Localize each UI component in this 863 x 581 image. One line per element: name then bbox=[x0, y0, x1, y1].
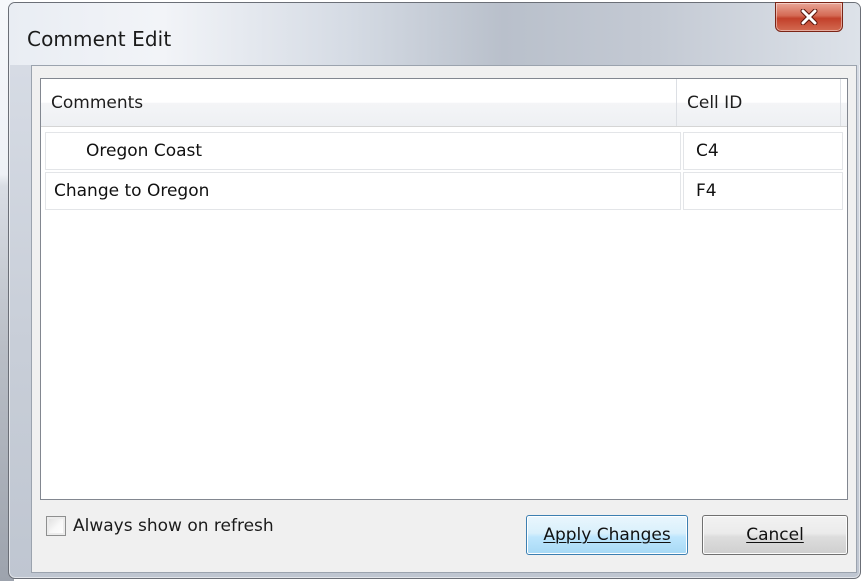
window-title: Comment Edit bbox=[27, 27, 172, 51]
apply-changes-label: Apply Changes bbox=[543, 525, 671, 545]
comments-list[interactable]: Comments Cell ID Oregon Coast C4 Change … bbox=[40, 78, 848, 500]
comment-cell[interactable]: Oregon Coast bbox=[45, 132, 681, 170]
column-header-cell-id[interactable]: Cell ID bbox=[677, 79, 841, 126]
always-show-checkbox-row[interactable]: Always show on refresh bbox=[46, 516, 274, 536]
always-show-checkbox[interactable] bbox=[46, 516, 66, 536]
dialog-client-area: Comments Cell ID Oregon Coast C4 Change … bbox=[31, 65, 857, 573]
cancel-button[interactable]: Cancel bbox=[702, 515, 848, 555]
always-show-label[interactable]: Always show on refresh bbox=[73, 516, 274, 536]
comment-edit-window: Comment Edit Comments Cell ID Oregon Coa… bbox=[0, 0, 863, 581]
list-row[interactable]: Oregon Coast C4 bbox=[45, 132, 843, 170]
column-header-comments[interactable]: Comments bbox=[41, 79, 677, 126]
cancel-label: Cancel bbox=[746, 525, 804, 545]
list-header: Comments Cell ID bbox=[41, 79, 847, 127]
title-bar[interactable]: Comment Edit bbox=[9, 2, 860, 65]
apply-changes-button[interactable]: Apply Changes bbox=[526, 515, 688, 555]
close-button[interactable] bbox=[775, 2, 843, 32]
comment-cell[interactable]: Change to Oregon bbox=[45, 172, 681, 210]
close-icon bbox=[800, 9, 818, 25]
list-row[interactable]: Change to Oregon F4 bbox=[45, 172, 843, 210]
dialog-frame: Comment Edit Comments Cell ID Oregon Coa… bbox=[8, 2, 861, 579]
cell-id-cell[interactable]: F4 bbox=[683, 172, 843, 210]
cell-id-cell[interactable]: C4 bbox=[683, 132, 843, 170]
